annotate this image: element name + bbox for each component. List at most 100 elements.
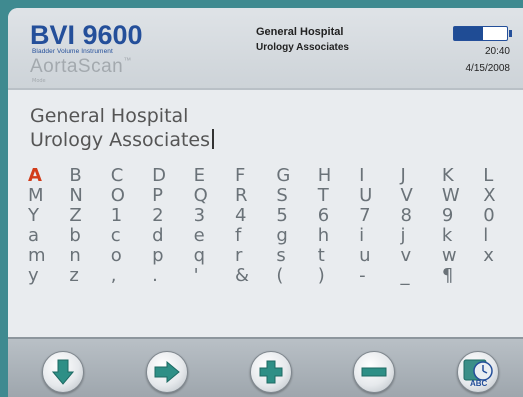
key[interactable]: r [227,246,268,266]
key[interactable]: J [393,166,434,186]
mode-label: Mode [32,78,46,84]
abc-button[interactable]: ABC [457,351,499,393]
key[interactable]: j [393,226,434,246]
key[interactable]: , [103,266,144,286]
key[interactable]: 1 [103,206,144,226]
key[interactable]: 6 [310,206,351,226]
key[interactable]: v [393,246,434,266]
key[interactable]: B [61,166,102,186]
right-button[interactable] [146,351,188,393]
key[interactable]: u [351,246,392,266]
key[interactable]: N [61,186,102,206]
clinic-name: General Hospital Urology Associates [256,24,406,56]
key[interactable]: h [310,226,351,246]
key[interactable]: A [20,166,61,186]
key[interactable]: I [351,166,392,186]
key[interactable]: X [475,186,516,206]
key[interactable]: D [144,166,185,186]
key[interactable]: S [268,186,309,206]
arrow-down-icon [52,359,74,385]
key[interactable]: y [20,266,61,286]
key-empty [475,266,516,286]
key[interactable]: C [103,166,144,186]
key[interactable]: _ [393,266,434,286]
key[interactable]: 0 [475,206,516,226]
key[interactable]: i [351,226,392,246]
clock-date: 4/15/2008 [465,63,511,74]
key[interactable]: - [351,266,392,286]
key[interactable]: 8 [393,206,434,226]
key[interactable]: 2 [144,206,185,226]
key[interactable]: V [393,186,434,206]
clinic-line2: Urology Associates [256,42,349,53]
key[interactable]: F [227,166,268,186]
text-entry-field[interactable]: General Hospital Urology Associates [30,104,510,152]
key[interactable]: ' [186,266,227,286]
key[interactable]: P [144,186,185,206]
key[interactable]: f [227,226,268,246]
key[interactable]: b [61,226,102,246]
key[interactable]: Y [20,206,61,226]
key[interactable]: 4 [227,206,268,226]
key[interactable]: M [20,186,61,206]
keyboard-row: MNOPQRSTUVWX [20,186,520,206]
plus-button[interactable] [250,351,292,393]
key[interactable]: ¶ [434,266,475,286]
key[interactable]: w [434,246,475,266]
key[interactable]: G [268,166,309,186]
clinic-line1: General Hospital [256,26,344,38]
keyboard-row: mnopqrstuvwx [20,246,520,266]
keyboard-row: ABCDEFGHIJKL [20,166,520,186]
clock-time: 20:40 [484,46,510,57]
key[interactable]: k [434,226,475,246]
battery-indicator [453,26,512,41]
key[interactable]: d [144,226,185,246]
key[interactable]: Q [186,186,227,206]
key[interactable]: m [20,246,61,266]
minus-button[interactable] [353,351,395,393]
key[interactable]: p [144,246,185,266]
key[interactable]: 3 [186,206,227,226]
keyboard-row: y z,. ' &() - _ ¶ [20,266,520,286]
key[interactable]: R [227,186,268,206]
key[interactable]: z [61,266,102,286]
key[interactable]: 9 [434,206,475,226]
key[interactable]: . [144,266,185,286]
bottom-toolbar: ABC [8,337,523,397]
character-keyboard: ABCDEFGHIJKLMNOPQRSTUVWXYZ1234567890abcd… [20,166,520,286]
key[interactable]: c [103,226,144,246]
key[interactable]: U [351,186,392,206]
key[interactable]: W [434,186,475,206]
key[interactable]: E [186,166,227,186]
keyboard-row: YZ1234567890 [20,206,520,226]
key[interactable]: Z [61,206,102,226]
key[interactable]: t [310,246,351,266]
battery-nub [509,30,512,37]
key[interactable]: n [61,246,102,266]
key[interactable]: K [434,166,475,186]
battery-fill [454,27,484,40]
key[interactable]: q [186,246,227,266]
key[interactable]: & [227,266,268,286]
key[interactable]: l [475,226,516,246]
key[interactable]: T [310,186,351,206]
key[interactable]: o [103,246,144,266]
key[interactable]: a [20,226,61,246]
abc-label: ABC [470,379,488,388]
key[interactable]: s [268,246,309,266]
brand-tm: ™ [123,56,132,65]
key[interactable]: e [186,226,227,246]
key[interactable]: H [310,166,351,186]
key[interactable]: ) [310,266,351,286]
down-button[interactable] [42,351,84,393]
key[interactable]: ( [268,266,309,286]
key[interactable]: g [268,226,309,246]
key[interactable]: 7 [351,206,392,226]
entry-line2: Urology Associates [30,128,510,152]
minus-icon [361,367,387,377]
entry-line2-text: Urology Associates [30,129,210,151]
key[interactable]: x [475,246,516,266]
key[interactable]: O [103,186,144,206]
key[interactable]: 5 [268,206,309,226]
key[interactable]: L [475,166,516,186]
